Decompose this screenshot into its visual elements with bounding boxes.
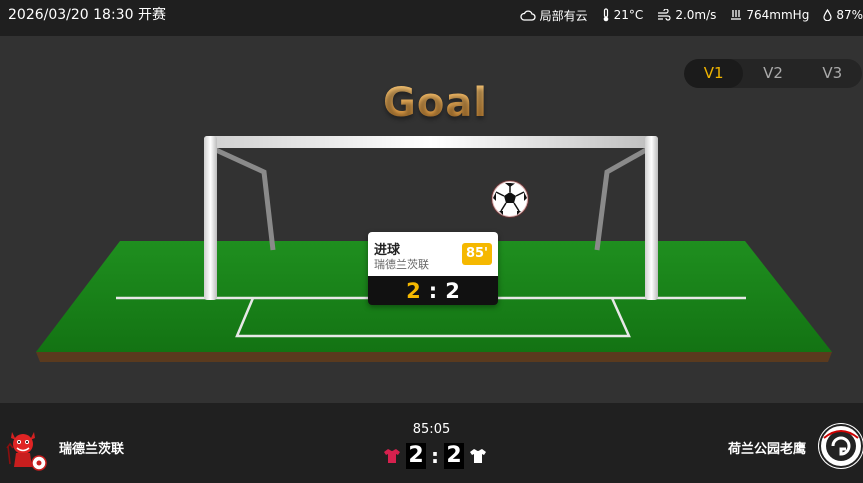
view-switcher: V1 V2 V3 [684, 59, 862, 88]
score-separator: : [431, 444, 439, 468]
tab-v2[interactable]: V2 [743, 59, 802, 88]
tab-v1[interactable]: V1 [684, 59, 744, 88]
away-score: 2 [444, 443, 464, 469]
goal-event-card: 进球 瑞德兰茨联 85' 2 : 2 [368, 232, 498, 305]
event-info: 进球 瑞德兰茨联 85' [368, 232, 498, 276]
event-away-score: 2 [445, 278, 460, 303]
home-kit-icon [384, 449, 400, 463]
event-score: 2 : 2 [368, 276, 498, 305]
home-score: 2 [406, 443, 426, 469]
event-score-separator: : [428, 278, 438, 303]
match-clock: 85:05 [412, 422, 451, 437]
home-team-name: 瑞德兰茨联 [59, 442, 125, 457]
tab-v3[interactable]: V3 [803, 59, 862, 88]
event-team: 瑞德兰茨联 [374, 258, 429, 271]
goal-net-left-frame [214, 147, 276, 251]
event-home-score: 2 [406, 278, 421, 303]
goal-net-right-frame [594, 147, 648, 251]
goal-title: Goal [383, 80, 489, 126]
away-team-name: 荷兰公园老鹰 [727, 442, 806, 457]
pitch-soil-edge [36, 352, 832, 362]
event-minute-badge: 85' [462, 243, 492, 265]
goal-left-post [204, 136, 217, 300]
soccer-ball-icon [491, 180, 529, 218]
scoreboard: 2 : 2 [383, 443, 487, 469]
goal-crossbar [204, 136, 658, 148]
goal-right-post [645, 136, 658, 300]
away-kit-icon [470, 449, 486, 463]
eagle-crest-icon [818, 423, 863, 469]
